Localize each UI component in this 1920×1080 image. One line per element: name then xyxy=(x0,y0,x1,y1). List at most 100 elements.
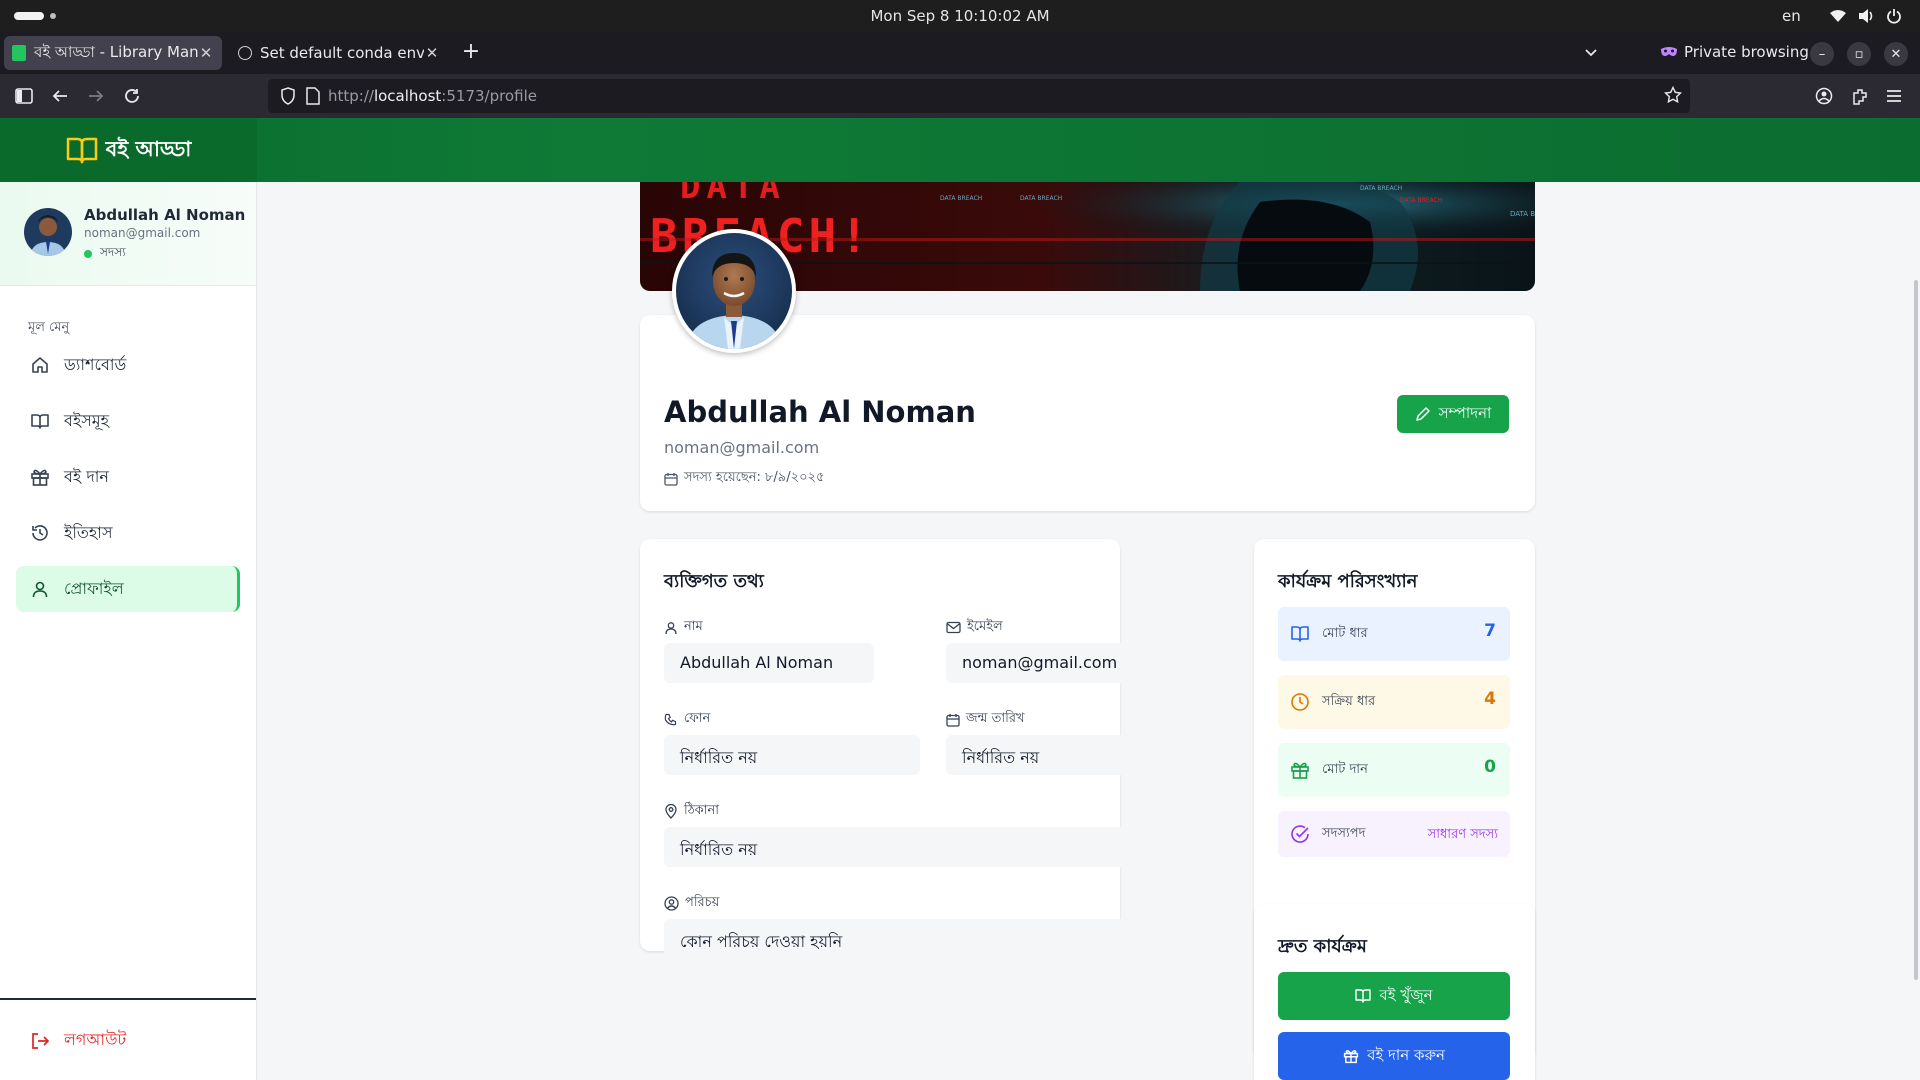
os-top-bar: Mon Sep 8 10:10:02 AM en xyxy=(0,0,1920,32)
profile-avatar[interactable] xyxy=(672,229,796,353)
gift-icon xyxy=(1291,762,1309,779)
profile-email: noman@gmail.com xyxy=(664,438,820,457)
dob-field-label: জন্ম তারিখ xyxy=(946,709,1025,730)
account-icon[interactable] xyxy=(1812,84,1836,108)
phone-value: নির্ধারিত নয় xyxy=(664,735,920,775)
url-host: localhost xyxy=(373,87,442,105)
button-label: বই খুঁজুন xyxy=(1379,985,1433,1004)
sidebar-item-label: ইতিহাস xyxy=(64,522,113,542)
restore-button[interactable]: ▫ xyxy=(1847,42,1871,66)
close-tab-icon[interactable]: ✕ xyxy=(424,44,440,62)
donate-book-button[interactable]: বই দান করুন xyxy=(1278,1032,1510,1080)
label-text: জন্ম তারিখ xyxy=(966,711,1025,726)
profile-header-card: Abdullah Al Noman noman@gmail.com সদস্য … xyxy=(640,315,1535,511)
list-all-tabs-icon[interactable] xyxy=(1583,44,1599,64)
url-path: :5173/profile xyxy=(441,87,537,105)
close-window-button[interactable]: ✕ xyxy=(1884,42,1908,66)
bookmark-star-icon[interactable] xyxy=(1663,85,1683,108)
calendar-icon xyxy=(664,472,678,486)
sidebar-item-dashboard[interactable]: ড্যাশবোর্ড xyxy=(16,342,240,388)
system-clock[interactable]: Mon Sep 8 10:10:02 AM xyxy=(0,7,1920,25)
tab-library[interactable]: বই আড্ডা - Library Management ✕ xyxy=(4,36,222,70)
page-icon[interactable] xyxy=(306,87,320,109)
logout-icon xyxy=(32,1032,50,1049)
calendar-icon xyxy=(946,713,960,727)
main-content: DATA BREACH! DATA BREACH DATA BREACH DAT… xyxy=(258,182,1920,1080)
map-pin-icon xyxy=(665,804,677,819)
stat-label: মোট দান xyxy=(1322,761,1368,777)
clock-icon xyxy=(1291,693,1309,711)
phone-field-label: ফোন xyxy=(664,709,710,730)
label-text: ঠিকানা xyxy=(684,803,720,818)
sidebar-item-profile[interactable]: প্রোফাইল xyxy=(16,566,240,612)
stat-membership: সদস্যপদ সাধারণ সদস্য xyxy=(1278,811,1510,857)
cover-small-label: DATA BREACH xyxy=(1020,195,1062,202)
wifi-icon[interactable] xyxy=(1828,6,1848,26)
stat-value: সাধারণ সদস্য xyxy=(1427,827,1498,842)
home-icon xyxy=(32,357,48,373)
shield-icon[interactable] xyxy=(280,87,296,109)
close-tab-icon[interactable]: ✕ xyxy=(198,44,214,62)
extensions-icon[interactable] xyxy=(1848,84,1872,108)
logout-button[interactable]: লগআউট xyxy=(30,1027,126,1054)
find-books-button[interactable]: বই খুঁজুন xyxy=(1278,972,1510,1020)
power-icon[interactable] xyxy=(1884,6,1904,26)
page-scrollbar[interactable] xyxy=(1914,280,1918,980)
address-field-label: ঠিকানা xyxy=(664,801,719,822)
sidebar-user-name: Abdullah Al Noman xyxy=(84,206,246,224)
book-icon xyxy=(1355,989,1372,1003)
url-text[interactable]: http://localhost:5173/profile xyxy=(328,87,537,105)
book-logo-icon xyxy=(66,137,97,164)
sidebar: Abdullah Al Noman noman@gmail.com সদস্য … xyxy=(0,182,257,1080)
dob-value: নির্ধারিত নয় xyxy=(946,735,1202,775)
book-icon xyxy=(1291,626,1309,642)
library-favicon-icon xyxy=(12,45,26,61)
browser-toolbar: http://localhost:5173/profile xyxy=(0,74,1920,118)
gift-icon xyxy=(1343,1050,1359,1064)
address-bar[interactable]: http://localhost:5173/profile xyxy=(268,79,1690,113)
profile-joined-date: সদস্য হয়েছেন: ৮/৯/২০২৫ xyxy=(664,468,824,489)
user-circle-icon xyxy=(664,896,679,911)
user-icon xyxy=(665,621,677,634)
menu-heading: মূল মেনু xyxy=(28,320,70,335)
email-value: noman@gmail.com xyxy=(946,643,1202,683)
reload-icon[interactable] xyxy=(120,84,144,108)
personal-info-title: ব্যক্তিগত তথ্য xyxy=(664,571,764,592)
profile-name: Abdullah Al Noman xyxy=(664,395,976,429)
email-field-label: ইমেইল xyxy=(946,617,1003,638)
tab-conda[interactable]: Set default conda env ✕ xyxy=(230,36,448,70)
label-text: ফোন xyxy=(684,711,711,726)
back-icon[interactable] xyxy=(48,84,72,108)
private-label: Private browsing xyxy=(1684,43,1809,61)
edit-profile-button[interactable]: সম্পাদনা xyxy=(1397,395,1509,433)
sidebar-user-role: সদস্য xyxy=(84,244,126,264)
edit-label: সম্পাদনা xyxy=(1438,403,1492,422)
quick-actions-card: দ্রুত কার্যক্রম বই খুঁজুন বই দান করুন xyxy=(1254,904,1535,1080)
role-label: সদস্য xyxy=(100,245,126,259)
new-tab-button[interactable]: + xyxy=(458,40,484,66)
volume-icon[interactable] xyxy=(1856,6,1876,26)
address-value: নির্ধারিত নয় xyxy=(664,827,1202,867)
sidebar-item-label: প্রোফাইল xyxy=(64,578,124,598)
sidebar-item-books[interactable]: বইসমূহ xyxy=(16,398,240,444)
input-language[interactable]: en xyxy=(1782,7,1801,25)
label-text: নাম xyxy=(684,619,703,634)
bio-value: কোন পরিচয় দেওয়া হয়নি xyxy=(664,919,1202,1019)
sidebar-toggle-icon[interactable] xyxy=(12,84,36,108)
menu-hamburger-icon[interactable] xyxy=(1882,84,1906,108)
logout-label: লগআউট xyxy=(64,1030,127,1049)
stat-total-donation: মোট দান 0 xyxy=(1278,743,1510,797)
cover-text-data: DATA xyxy=(680,182,786,207)
stat-label: মোট ধার xyxy=(1322,625,1368,641)
check-circle-icon xyxy=(1291,825,1309,843)
sidebar-item-history[interactable]: ইতিহাস xyxy=(16,510,240,556)
gift-icon xyxy=(31,469,49,486)
forward-icon[interactable] xyxy=(84,84,108,108)
sidebar-item-label: বই দান xyxy=(64,466,109,486)
minimize-button[interactable]: – xyxy=(1810,42,1834,66)
private-browsing-indicator: Private browsing xyxy=(1660,43,1809,61)
app-brand[interactable]: বই আড্ডা xyxy=(0,118,257,182)
sidebar-user-card[interactable]: Abdullah Al Noman noman@gmail.com সদস্য xyxy=(0,182,256,286)
sidebar-item-donate[interactable]: বই দান xyxy=(16,454,240,500)
stat-label: সদস্যপদ xyxy=(1322,825,1366,841)
